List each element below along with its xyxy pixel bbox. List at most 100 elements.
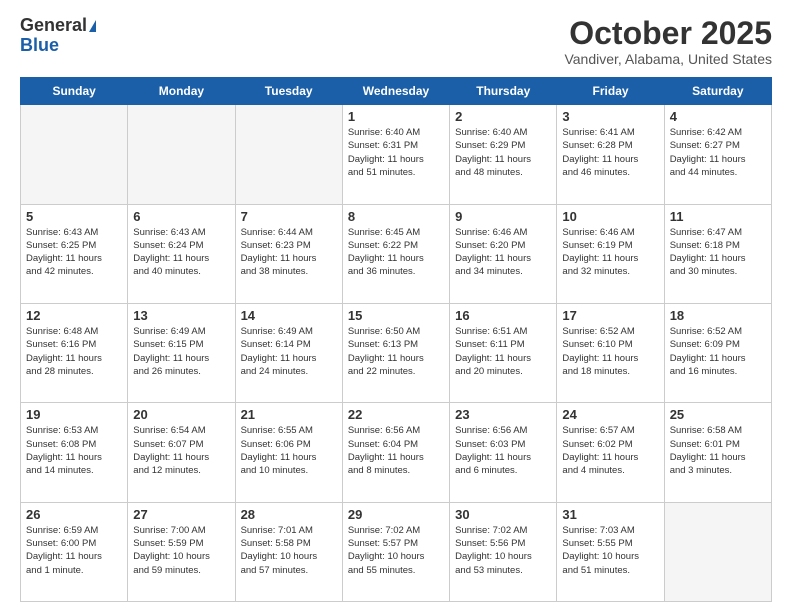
day-number: 15 xyxy=(348,308,444,323)
day-number: 3 xyxy=(562,109,658,124)
calendar-cell: 17 Sunrise: 6:52 AM Sunset: 6:10 PM Dayli… xyxy=(557,303,664,402)
calendar-cell: 25 Sunrise: 6:58 AM Sunset: 6:01 PM Dayli… xyxy=(664,403,771,502)
day-number: 22 xyxy=(348,407,444,422)
calendar-header-row: Sunday Monday Tuesday Wednesday Thursday… xyxy=(21,78,772,105)
month-title: October 2025 xyxy=(564,16,772,51)
header: General Blue October 2025 Vandiver, Alab… xyxy=(20,16,772,67)
day-number: 1 xyxy=(348,109,444,124)
calendar-cell: 24Sunrise: 6:57 AM Sunset: 6:02 PM Dayli… xyxy=(557,403,664,502)
day-info: Sunrise: 6:56 AM Sunset: 6:03 PM Dayligh… xyxy=(455,424,551,477)
day-info: Sunrise: 7:03 AM Sunset: 5:55 PM Dayligh… xyxy=(562,524,658,577)
day-number: 8 xyxy=(348,209,444,224)
title-section: October 2025 Vandiver, Alabama, United S… xyxy=(564,16,772,67)
day-info: Sunrise: 6:45 AM Sunset: 6:22 PM Dayligh… xyxy=(348,226,444,279)
day-info: Sunrise: 6:43 AM Sunset: 6:24 PM Dayligh… xyxy=(133,226,229,279)
calendar-week-row: 12 Sunrise: 6:48 AM Sunset: 6:16 PM Dayli… xyxy=(21,303,772,402)
day-number: 17 xyxy=(562,308,658,323)
day-number: 12 xyxy=(26,308,122,323)
day-info: Sunrise: 7:00 AM Sunset: 5:59 PM Dayligh… xyxy=(133,524,229,577)
day-info: Sunrise: 6:58 AM Sunset: 6:01 PM Dayligh… xyxy=(670,424,766,477)
calendar-cell: 23Sunrise: 6:56 AM Sunset: 6:03 PM Dayli… xyxy=(450,403,557,502)
day-info: Sunrise: 6:46 AM Sunset: 6:20 PM Dayligh… xyxy=(455,226,551,279)
day-info: Sunrise: 6:52 AM Sunset: 6:09 PM Dayligh… xyxy=(670,325,766,378)
day-info: Sunrise: 6:54 AM Sunset: 6:07 PM Dayligh… xyxy=(133,424,229,477)
col-thursday: Thursday xyxy=(450,78,557,105)
col-tuesday: Tuesday xyxy=(235,78,342,105)
day-number: 16 xyxy=(455,308,551,323)
col-monday: Monday xyxy=(128,78,235,105)
calendar-cell xyxy=(235,105,342,204)
col-saturday: Saturday xyxy=(664,78,771,105)
calendar-cell: 19Sunrise: 6:53 AM Sunset: 6:08 PM Dayli… xyxy=(21,403,128,502)
col-wednesday: Wednesday xyxy=(342,78,449,105)
calendar-cell: 20 Sunrise: 6:54 AM Sunset: 6:07 PM Dayli… xyxy=(128,403,235,502)
col-friday: Friday xyxy=(557,78,664,105)
calendar-cell: 7Sunrise: 6:44 AM Sunset: 6:23 PM Daylig… xyxy=(235,204,342,303)
calendar-cell: 3Sunrise: 6:41 AM Sunset: 6:28 PM Daylig… xyxy=(557,105,664,204)
day-number: 27 xyxy=(133,507,229,522)
calendar-cell: 30 Sunrise: 7:02 AM Sunset: 5:56 PM Dayli… xyxy=(450,502,557,601)
calendar-cell: 26 Sunrise: 6:59 AM Sunset: 6:00 PM Dayli… xyxy=(21,502,128,601)
day-number: 28 xyxy=(241,507,337,522)
calendar-cell: 1 Sunrise: 6:40 AM Sunset: 6:31 PM Daylig… xyxy=(342,105,449,204)
location: Vandiver, Alabama, United States xyxy=(564,51,772,67)
calendar-cell: 29Sunrise: 7:02 AM Sunset: 5:57 PM Dayli… xyxy=(342,502,449,601)
col-sunday: Sunday xyxy=(21,78,128,105)
day-info: Sunrise: 6:49 AM Sunset: 6:14 PM Dayligh… xyxy=(241,325,337,378)
day-info: Sunrise: 6:47 AM Sunset: 6:18 PM Dayligh… xyxy=(670,226,766,279)
day-info: Sunrise: 6:59 AM Sunset: 6:00 PM Dayligh… xyxy=(26,524,122,577)
day-info: Sunrise: 6:46 AM Sunset: 6:19 PM Dayligh… xyxy=(562,226,658,279)
day-number: 30 xyxy=(455,507,551,522)
day-info: Sunrise: 6:40 AM Sunset: 6:31 PM Dayligh… xyxy=(348,126,444,179)
day-info: Sunrise: 7:01 AM Sunset: 5:58 PM Dayligh… xyxy=(241,524,337,577)
day-number: 21 xyxy=(241,407,337,422)
calendar-cell: 5 Sunrise: 6:43 AM Sunset: 6:25 PM Daylig… xyxy=(21,204,128,303)
calendar-cell: 21 Sunrise: 6:55 AM Sunset: 6:06 PM Dayli… xyxy=(235,403,342,502)
logo-general: General xyxy=(20,15,87,35)
day-info: Sunrise: 6:40 AM Sunset: 6:29 PM Dayligh… xyxy=(455,126,551,179)
calendar-cell: 4 Sunrise: 6:42 AM Sunset: 6:27 PM Daylig… xyxy=(664,105,771,204)
calendar-cell: 15 Sunrise: 6:50 AM Sunset: 6:13 PM Dayli… xyxy=(342,303,449,402)
calendar-week-row: 1 Sunrise: 6:40 AM Sunset: 6:31 PM Daylig… xyxy=(21,105,772,204)
calendar-cell xyxy=(128,105,235,204)
page: General Blue October 2025 Vandiver, Alab… xyxy=(0,0,792,612)
day-info: Sunrise: 6:50 AM Sunset: 6:13 PM Dayligh… xyxy=(348,325,444,378)
calendar-week-row: 19Sunrise: 6:53 AM Sunset: 6:08 PM Dayli… xyxy=(21,403,772,502)
day-number: 31 xyxy=(562,507,658,522)
day-number: 20 xyxy=(133,407,229,422)
calendar-cell: 16Sunrise: 6:51 AM Sunset: 6:11 PM Dayli… xyxy=(450,303,557,402)
day-number: 6 xyxy=(133,209,229,224)
calendar-cell: 11Sunrise: 6:47 AM Sunset: 6:18 PM Dayli… xyxy=(664,204,771,303)
logo: General Blue xyxy=(20,16,96,56)
calendar-cell: 12 Sunrise: 6:48 AM Sunset: 6:16 PM Dayli… xyxy=(21,303,128,402)
calendar-cell: 18Sunrise: 6:52 AM Sunset: 6:09 PM Dayli… xyxy=(664,303,771,402)
day-info: Sunrise: 6:42 AM Sunset: 6:27 PM Dayligh… xyxy=(670,126,766,179)
day-number: 9 xyxy=(455,209,551,224)
calendar-cell: 27 Sunrise: 7:00 AM Sunset: 5:59 PM Dayli… xyxy=(128,502,235,601)
day-info: Sunrise: 6:49 AM Sunset: 6:15 PM Dayligh… xyxy=(133,325,229,378)
day-info: Sunrise: 6:43 AM Sunset: 6:25 PM Dayligh… xyxy=(26,226,122,279)
calendar-cell: 22 Sunrise: 6:56 AM Sunset: 6:04 PM Dayli… xyxy=(342,403,449,502)
day-info: Sunrise: 7:02 AM Sunset: 5:57 PM Dayligh… xyxy=(348,524,444,577)
day-info: Sunrise: 7:02 AM Sunset: 5:56 PM Dayligh… xyxy=(455,524,551,577)
calendar-cell: 13 Sunrise: 6:49 AM Sunset: 6:15 PM Dayli… xyxy=(128,303,235,402)
calendar-cell: 9 Sunrise: 6:46 AM Sunset: 6:20 PM Daylig… xyxy=(450,204,557,303)
calendar-cell: 31 Sunrise: 7:03 AM Sunset: 5:55 PM Dayli… xyxy=(557,502,664,601)
day-number: 13 xyxy=(133,308,229,323)
day-number: 14 xyxy=(241,308,337,323)
calendar-cell: 10 Sunrise: 6:46 AM Sunset: 6:19 PM Dayli… xyxy=(557,204,664,303)
day-info: Sunrise: 6:56 AM Sunset: 6:04 PM Dayligh… xyxy=(348,424,444,477)
day-number: 7 xyxy=(241,209,337,224)
day-info: Sunrise: 6:53 AM Sunset: 6:08 PM Dayligh… xyxy=(26,424,122,477)
day-info: Sunrise: 6:57 AM Sunset: 6:02 PM Dayligh… xyxy=(562,424,658,477)
day-number: 26 xyxy=(26,507,122,522)
calendar-cell: 2Sunrise: 6:40 AM Sunset: 6:29 PM Daylig… xyxy=(450,105,557,204)
day-info: Sunrise: 6:52 AM Sunset: 6:10 PM Dayligh… xyxy=(562,325,658,378)
day-number: 4 xyxy=(670,109,766,124)
day-info: Sunrise: 6:48 AM Sunset: 6:16 PM Dayligh… xyxy=(26,325,122,378)
day-info: Sunrise: 6:55 AM Sunset: 6:06 PM Dayligh… xyxy=(241,424,337,477)
day-number: 10 xyxy=(562,209,658,224)
day-number: 25 xyxy=(670,407,766,422)
calendar-cell: 28 Sunrise: 7:01 AM Sunset: 5:58 PM Dayli… xyxy=(235,502,342,601)
day-number: 5 xyxy=(26,209,122,224)
